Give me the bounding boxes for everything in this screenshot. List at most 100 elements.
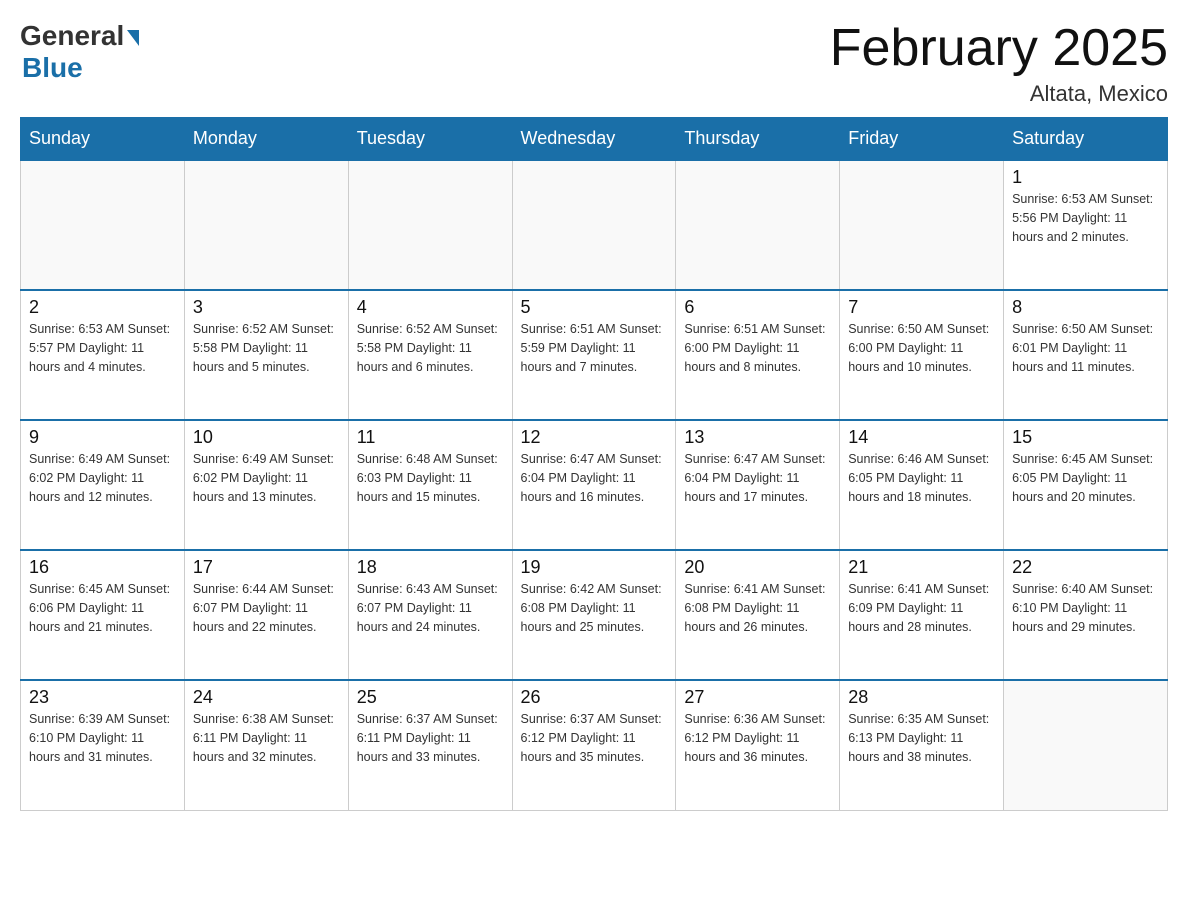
day-info: Sunrise: 6:45 AM Sunset: 6:06 PM Dayligh… — [29, 580, 176, 636]
table-row: 2Sunrise: 6:53 AM Sunset: 5:57 PM Daylig… — [21, 290, 185, 420]
col-friday: Friday — [840, 118, 1004, 161]
day-info: Sunrise: 6:44 AM Sunset: 6:07 PM Dayligh… — [193, 580, 340, 636]
day-info: Sunrise: 6:50 AM Sunset: 6:00 PM Dayligh… — [848, 320, 995, 376]
day-number: 5 — [521, 297, 668, 318]
table-row: 13Sunrise: 6:47 AM Sunset: 6:04 PM Dayli… — [676, 420, 840, 550]
day-number: 12 — [521, 427, 668, 448]
calendar-week-row: 9Sunrise: 6:49 AM Sunset: 6:02 PM Daylig… — [21, 420, 1168, 550]
day-number: 9 — [29, 427, 176, 448]
day-number: 7 — [848, 297, 995, 318]
table-row — [348, 160, 512, 290]
location-text: Altata, Mexico — [830, 81, 1168, 107]
day-number: 19 — [521, 557, 668, 578]
table-row — [512, 160, 676, 290]
col-saturday: Saturday — [1004, 118, 1168, 161]
calendar-week-row: 1Sunrise: 6:53 AM Sunset: 5:56 PM Daylig… — [21, 160, 1168, 290]
day-info: Sunrise: 6:42 AM Sunset: 6:08 PM Dayligh… — [521, 580, 668, 636]
table-row: 3Sunrise: 6:52 AM Sunset: 5:58 PM Daylig… — [184, 290, 348, 420]
table-row: 20Sunrise: 6:41 AM Sunset: 6:08 PM Dayli… — [676, 550, 840, 680]
table-row — [840, 160, 1004, 290]
page-header: General Blue February 2025 Altata, Mexic… — [20, 20, 1168, 107]
table-row — [184, 160, 348, 290]
calendar-table: Sunday Monday Tuesday Wednesday Thursday… — [20, 117, 1168, 811]
day-number: 2 — [29, 297, 176, 318]
table-row: 19Sunrise: 6:42 AM Sunset: 6:08 PM Dayli… — [512, 550, 676, 680]
table-row: 15Sunrise: 6:45 AM Sunset: 6:05 PM Dayli… — [1004, 420, 1168, 550]
day-number: 18 — [357, 557, 504, 578]
day-number: 4 — [357, 297, 504, 318]
table-row: 9Sunrise: 6:49 AM Sunset: 6:02 PM Daylig… — [21, 420, 185, 550]
table-row — [21, 160, 185, 290]
table-row: 11Sunrise: 6:48 AM Sunset: 6:03 PM Dayli… — [348, 420, 512, 550]
day-number: 8 — [1012, 297, 1159, 318]
day-info: Sunrise: 6:49 AM Sunset: 6:02 PM Dayligh… — [29, 450, 176, 506]
day-info: Sunrise: 6:53 AM Sunset: 5:56 PM Dayligh… — [1012, 190, 1159, 246]
day-number: 20 — [684, 557, 831, 578]
day-number: 6 — [684, 297, 831, 318]
day-info: Sunrise: 6:38 AM Sunset: 6:11 PM Dayligh… — [193, 710, 340, 766]
day-info: Sunrise: 6:50 AM Sunset: 6:01 PM Dayligh… — [1012, 320, 1159, 376]
day-number: 23 — [29, 687, 176, 708]
calendar-body: 1Sunrise: 6:53 AM Sunset: 5:56 PM Daylig… — [21, 160, 1168, 810]
day-number: 1 — [1012, 167, 1159, 188]
day-info: Sunrise: 6:52 AM Sunset: 5:58 PM Dayligh… — [357, 320, 504, 376]
day-number: 15 — [1012, 427, 1159, 448]
day-info: Sunrise: 6:47 AM Sunset: 6:04 PM Dayligh… — [684, 450, 831, 506]
calendar-header-row: Sunday Monday Tuesday Wednesday Thursday… — [21, 118, 1168, 161]
calendar-week-row: 23Sunrise: 6:39 AM Sunset: 6:10 PM Dayli… — [21, 680, 1168, 810]
logo-blue-text: Blue — [22, 52, 83, 83]
day-info: Sunrise: 6:45 AM Sunset: 6:05 PM Dayligh… — [1012, 450, 1159, 506]
day-info: Sunrise: 6:41 AM Sunset: 6:09 PM Dayligh… — [848, 580, 995, 636]
table-row: 12Sunrise: 6:47 AM Sunset: 6:04 PM Dayli… — [512, 420, 676, 550]
day-info: Sunrise: 6:43 AM Sunset: 6:07 PM Dayligh… — [357, 580, 504, 636]
day-info: Sunrise: 6:47 AM Sunset: 6:04 PM Dayligh… — [521, 450, 668, 506]
day-info: Sunrise: 6:48 AM Sunset: 6:03 PM Dayligh… — [357, 450, 504, 506]
col-thursday: Thursday — [676, 118, 840, 161]
table-row: 28Sunrise: 6:35 AM Sunset: 6:13 PM Dayli… — [840, 680, 1004, 810]
table-row: 27Sunrise: 6:36 AM Sunset: 6:12 PM Dayli… — [676, 680, 840, 810]
table-row: 8Sunrise: 6:50 AM Sunset: 6:01 PM Daylig… — [1004, 290, 1168, 420]
table-row: 18Sunrise: 6:43 AM Sunset: 6:07 PM Dayli… — [348, 550, 512, 680]
table-row: 7Sunrise: 6:50 AM Sunset: 6:00 PM Daylig… — [840, 290, 1004, 420]
day-info: Sunrise: 6:51 AM Sunset: 6:00 PM Dayligh… — [684, 320, 831, 376]
calendar-title-block: February 2025 Altata, Mexico — [830, 20, 1168, 107]
day-number: 10 — [193, 427, 340, 448]
day-info: Sunrise: 6:39 AM Sunset: 6:10 PM Dayligh… — [29, 710, 176, 766]
logo-general-text: General — [20, 20, 124, 52]
col-wednesday: Wednesday — [512, 118, 676, 161]
table-row: 26Sunrise: 6:37 AM Sunset: 6:12 PM Dayli… — [512, 680, 676, 810]
day-number: 25 — [357, 687, 504, 708]
col-tuesday: Tuesday — [348, 118, 512, 161]
day-info: Sunrise: 6:40 AM Sunset: 6:10 PM Dayligh… — [1012, 580, 1159, 636]
day-info: Sunrise: 6:35 AM Sunset: 6:13 PM Dayligh… — [848, 710, 995, 766]
day-number: 14 — [848, 427, 995, 448]
table-row: 24Sunrise: 6:38 AM Sunset: 6:11 PM Dayli… — [184, 680, 348, 810]
calendar-week-row: 16Sunrise: 6:45 AM Sunset: 6:06 PM Dayli… — [21, 550, 1168, 680]
col-sunday: Sunday — [21, 118, 185, 161]
table-row: 4Sunrise: 6:52 AM Sunset: 5:58 PM Daylig… — [348, 290, 512, 420]
day-number: 28 — [848, 687, 995, 708]
day-number: 13 — [684, 427, 831, 448]
day-number: 11 — [357, 427, 504, 448]
table-row: 6Sunrise: 6:51 AM Sunset: 6:00 PM Daylig… — [676, 290, 840, 420]
calendar-week-row: 2Sunrise: 6:53 AM Sunset: 5:57 PM Daylig… — [21, 290, 1168, 420]
table-row: 22Sunrise: 6:40 AM Sunset: 6:10 PM Dayli… — [1004, 550, 1168, 680]
table-row: 10Sunrise: 6:49 AM Sunset: 6:02 PM Dayli… — [184, 420, 348, 550]
table-row: 16Sunrise: 6:45 AM Sunset: 6:06 PM Dayli… — [21, 550, 185, 680]
day-info: Sunrise: 6:49 AM Sunset: 6:02 PM Dayligh… — [193, 450, 340, 506]
day-info: Sunrise: 6:36 AM Sunset: 6:12 PM Dayligh… — [684, 710, 831, 766]
logo: General Blue — [20, 20, 139, 84]
day-number: 21 — [848, 557, 995, 578]
day-info: Sunrise: 6:37 AM Sunset: 6:11 PM Dayligh… — [357, 710, 504, 766]
day-number: 17 — [193, 557, 340, 578]
table-row: 1Sunrise: 6:53 AM Sunset: 5:56 PM Daylig… — [1004, 160, 1168, 290]
month-year-title: February 2025 — [830, 20, 1168, 77]
table-row: 17Sunrise: 6:44 AM Sunset: 6:07 PM Dayli… — [184, 550, 348, 680]
day-info: Sunrise: 6:51 AM Sunset: 5:59 PM Dayligh… — [521, 320, 668, 376]
table-row — [1004, 680, 1168, 810]
day-info: Sunrise: 6:52 AM Sunset: 5:58 PM Dayligh… — [193, 320, 340, 376]
day-info: Sunrise: 6:53 AM Sunset: 5:57 PM Dayligh… — [29, 320, 176, 376]
logo-chevron-icon — [127, 30, 139, 46]
table-row: 5Sunrise: 6:51 AM Sunset: 5:59 PM Daylig… — [512, 290, 676, 420]
day-number: 27 — [684, 687, 831, 708]
